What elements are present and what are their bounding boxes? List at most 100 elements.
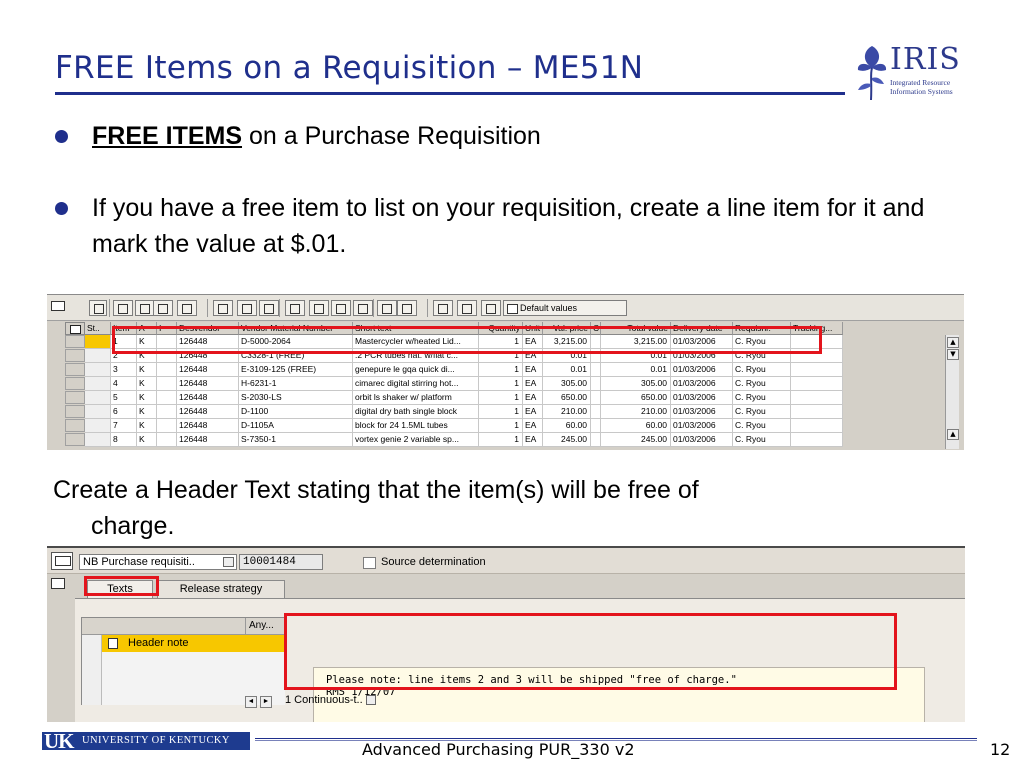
toolbar-button[interactable] xyxy=(153,300,173,316)
grid-cell[interactable] xyxy=(157,391,177,405)
grid-cell[interactable]: EA xyxy=(523,377,543,391)
grid-cell[interactable]: 6 xyxy=(111,405,137,419)
grid-cell[interactable]: K xyxy=(137,377,157,391)
grid-cell[interactable] xyxy=(157,363,177,377)
grid-cell[interactable]: 126448 xyxy=(177,405,239,419)
grid-cell[interactable]: 126448 xyxy=(177,419,239,433)
grid-cell[interactable]: 0.01 xyxy=(601,363,671,377)
grid-cell[interactable]: 1 xyxy=(479,405,523,419)
collapse-icon[interactable] xyxy=(51,301,65,311)
grid-cell[interactable]: 8 xyxy=(111,433,137,447)
grid-cell[interactable] xyxy=(85,433,111,447)
grid-cell[interactable]: 210.00 xyxy=(601,405,671,419)
grid-cell[interactable]: 01/03/2006 xyxy=(671,391,733,405)
grid-cell[interactable] xyxy=(157,433,177,447)
grid-cell[interactable]: C. Ryou xyxy=(733,419,791,433)
document-type-select[interactable]: NB Purchase requisiti.. xyxy=(79,554,237,570)
grid-cell[interactable]: orbit ls shaker w/ platform xyxy=(353,391,479,405)
grid-cell[interactable]: 1 xyxy=(479,433,523,447)
row-selector[interactable] xyxy=(65,405,85,418)
grid-cell[interactable] xyxy=(85,335,111,349)
grid-cell[interactable]: C. Ryou xyxy=(733,377,791,391)
grid-cell[interactable]: K xyxy=(137,419,157,433)
grid-cell[interactable]: 7 xyxy=(111,419,137,433)
toolbar-button[interactable] xyxy=(377,300,397,316)
row-selector[interactable] xyxy=(65,419,85,432)
toolbar-button[interactable] xyxy=(331,300,351,316)
default-values-button[interactable]: Default values xyxy=(503,300,627,316)
toolbar-button[interactable] xyxy=(309,300,329,316)
grid-cell[interactable]: 60.00 xyxy=(543,419,591,433)
grid-cell[interactable]: 1 xyxy=(479,363,523,377)
cart-icon[interactable] xyxy=(51,552,73,570)
grid-cell[interactable]: D-1100 xyxy=(239,405,353,419)
grid-cell[interactable] xyxy=(85,405,111,419)
row-selector[interactable] xyxy=(65,391,85,404)
grid-cell[interactable]: 126448 xyxy=(177,363,239,377)
grid-cell[interactable]: 4 xyxy=(111,377,137,391)
toolbar-button[interactable] xyxy=(433,300,453,316)
text-type-header-note[interactable]: Header note xyxy=(102,635,285,652)
grid-cell[interactable]: 126448 xyxy=(177,391,239,405)
grid-cell[interactable] xyxy=(591,377,601,391)
toolbar-button[interactable] xyxy=(213,300,233,316)
grid-cell[interactable]: 650.00 xyxy=(543,391,591,405)
grid-cell[interactable] xyxy=(791,405,843,419)
toolbar-button[interactable] xyxy=(135,300,155,316)
grid-cell[interactable]: 5 xyxy=(111,391,137,405)
grid-cell[interactable]: 1 xyxy=(479,377,523,391)
toolbar-button[interactable] xyxy=(457,300,477,316)
grid-cell[interactable]: EA xyxy=(523,433,543,447)
grid-cell[interactable] xyxy=(791,419,843,433)
grid-cell[interactable]: 01/03/2006 xyxy=(671,433,733,447)
toolbar-button[interactable] xyxy=(113,300,133,316)
grid-cell[interactable]: C. Ryou xyxy=(733,405,791,419)
grid-cell[interactable] xyxy=(591,363,601,377)
grid-cell[interactable] xyxy=(791,363,843,377)
scroll-top-icon[interactable]: ▲ xyxy=(947,429,959,440)
toolbar-button[interactable] xyxy=(397,300,417,316)
row-selector[interactable] xyxy=(65,363,85,376)
grid-column-header[interactable]: St.. xyxy=(85,322,111,335)
grid-cell[interactable]: 01/03/2006 xyxy=(671,405,733,419)
grid-cell[interactable]: C. Ryou xyxy=(733,363,791,377)
grid-cell[interactable]: 3 xyxy=(111,363,137,377)
row-selector[interactable] xyxy=(65,433,85,446)
row-selector[interactable] xyxy=(65,377,85,390)
dropdown-icon[interactable] xyxy=(365,695,376,706)
toolbar-button[interactable] xyxy=(259,300,279,316)
grid-cell[interactable]: digital dry bath single block xyxy=(353,405,479,419)
next-icon[interactable]: ► xyxy=(260,696,272,708)
grid-cell[interactable] xyxy=(791,377,843,391)
grid-cell[interactable] xyxy=(85,391,111,405)
toolbar-button[interactable] xyxy=(285,300,305,316)
toolbar-button[interactable] xyxy=(177,300,197,316)
grid-cell[interactable] xyxy=(85,419,111,433)
grid-cell[interactable]: E-3109-125 (FREE) xyxy=(239,363,353,377)
grid-cell[interactable]: K xyxy=(137,433,157,447)
grid-cell[interactable]: S-7350-1 xyxy=(239,433,353,447)
grid-cell[interactable] xyxy=(591,391,601,405)
grid-cell[interactable]: C. Ryou xyxy=(733,391,791,405)
grid-cell[interactable] xyxy=(591,433,601,447)
grid-cell[interactable] xyxy=(157,419,177,433)
grid-cell[interactable] xyxy=(591,405,601,419)
grid-cell[interactable]: 305.00 xyxy=(601,377,671,391)
grid-cell[interactable]: 01/03/2006 xyxy=(671,363,733,377)
grid-cell[interactable]: C. Ryou xyxy=(733,433,791,447)
grid-cell[interactable]: 210.00 xyxy=(543,405,591,419)
row-selector[interactable] xyxy=(65,335,85,348)
row-selector[interactable] xyxy=(65,349,85,362)
grid-cell[interactable]: 01/03/2006 xyxy=(671,377,733,391)
grid-cell[interactable]: 245.00 xyxy=(601,433,671,447)
source-determination-checkbox[interactable] xyxy=(363,557,376,569)
grid-cell[interactable]: D-1105A xyxy=(239,419,353,433)
grid-cell[interactable] xyxy=(591,419,601,433)
grid-cell[interactable]: S-2030-LS xyxy=(239,391,353,405)
grid-scrollbar[interactable]: ▲ ▼ ▲ xyxy=(945,335,959,449)
scroll-down-icon[interactable]: ▼ xyxy=(947,349,959,360)
toolbar-button[interactable] xyxy=(353,300,373,316)
grid-cell[interactable] xyxy=(85,349,111,363)
grid-cell[interactable] xyxy=(157,377,177,391)
grid-cell[interactable]: genepure le gqa quick di... xyxy=(353,363,479,377)
